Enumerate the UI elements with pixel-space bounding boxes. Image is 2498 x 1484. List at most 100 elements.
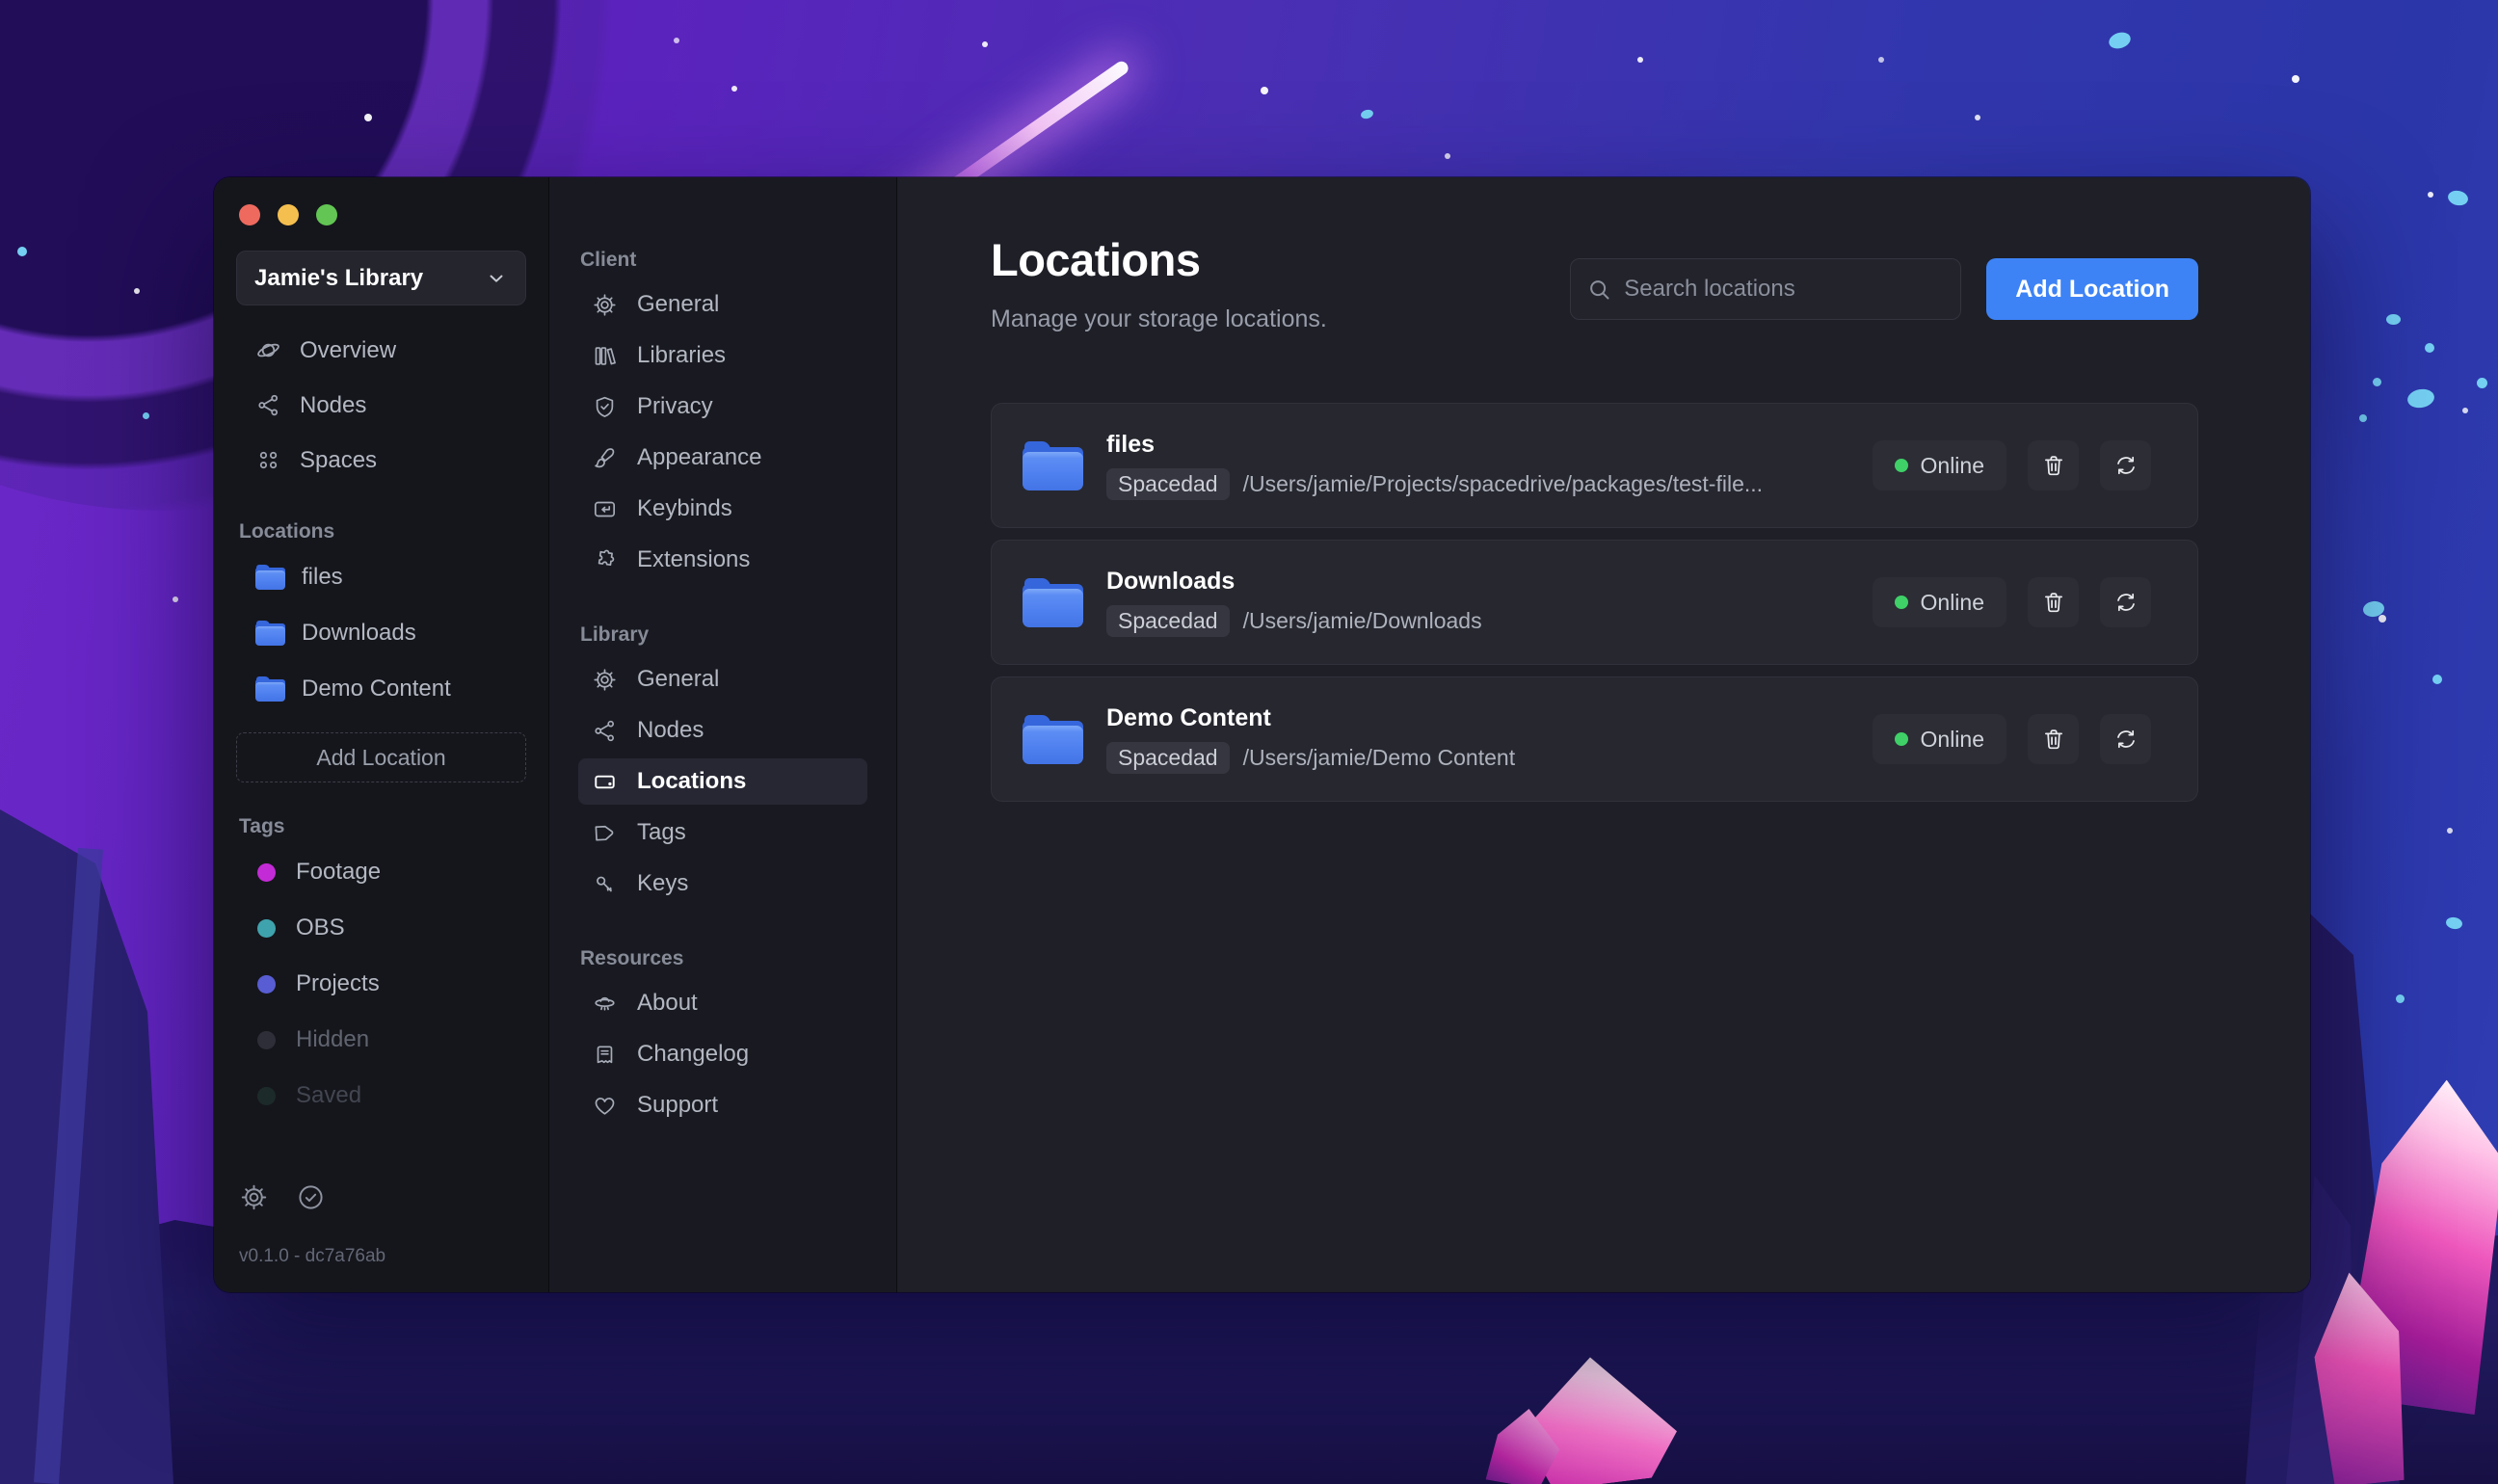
settings-item-library-tags[interactable]: Tags <box>578 809 867 856</box>
header-controls: Add Location <box>1570 258 2198 320</box>
settings-group-client: Client General Libraries Privacy Appeara… <box>578 249 867 583</box>
sidebar-item-nodes[interactable]: Nodes <box>236 378 526 433</box>
tag-label: Saved <box>296 1082 362 1108</box>
settings-item-label: Keybinds <box>637 495 732 521</box>
tag-color-dot <box>257 974 276 994</box>
tag-projects[interactable]: Projects <box>236 956 526 1012</box>
location-name: Downloads <box>1106 568 1236 595</box>
folder-icon <box>1023 714 1083 764</box>
settings-item-privacy[interactable]: Privacy <box>578 384 867 430</box>
tag-obs[interactable]: OBS <box>236 900 526 956</box>
settings-group-resources: Resources About Changelog Support <box>578 947 867 1128</box>
location-label: Downloads <box>302 620 416 646</box>
library-selector[interactable]: Jamie's Library <box>236 251 526 305</box>
heart-icon <box>595 1097 615 1115</box>
sidebar-locations-list: files Downloads Demo Content <box>236 549 526 717</box>
ufo-icon <box>595 996 615 1011</box>
settings-item-library-keys[interactable]: Keys <box>578 861 867 907</box>
close-window-button[interactable] <box>239 204 260 225</box>
rescan-location-button[interactable] <box>2100 577 2151 627</box>
sidebar-location-files[interactable]: files <box>236 549 526 605</box>
node-badge: Spacedad <box>1106 742 1230 774</box>
nodes-icon <box>595 720 615 741</box>
settings-item-general[interactable]: General <box>578 281 867 328</box>
sidebar-footer: v0.1.0 - dc7a76ab <box>236 1182 526 1292</box>
delete-location-button[interactable] <box>2028 440 2079 490</box>
sidebar-add-location-button[interactable]: Add Location <box>236 732 526 782</box>
wallpaper-blob <box>2405 386 2436 411</box>
settings-item-about[interactable]: About <box>578 980 867 1026</box>
status-label: Online <box>1920 452 1984 478</box>
settings-item-label: General <box>637 291 720 317</box>
tag-saved[interactable]: Saved <box>236 1068 526 1124</box>
status-badge: Online <box>1872 577 2006 627</box>
sidebar-tags-list: Footage OBS Projects Hidden Saved <box>236 844 526 1124</box>
sync-icon <box>2116 729 2135 749</box>
wallpaper-blob <box>2446 188 2470 208</box>
status-check-button[interactable] <box>296 1182 326 1215</box>
app-window: Jamie's Library Overview Nodes Spaces Lo… <box>214 177 2310 1292</box>
tag-footage[interactable]: Footage <box>236 844 526 900</box>
search-box <box>1570 258 1962 320</box>
settings-group-header: Resources <box>580 947 684 969</box>
folder-icon <box>255 565 285 590</box>
add-location-button[interactable]: Add Location <box>1986 258 2198 320</box>
wallpaper-blob <box>17 247 27 256</box>
spaces-grid-icon <box>259 451 278 469</box>
settings-gear-button[interactable] <box>239 1182 269 1215</box>
settings-item-library-nodes[interactable]: Nodes <box>578 707 867 754</box>
location-name: Demo Content <box>1106 704 1271 731</box>
rescan-location-button[interactable] <box>2100 714 2151 764</box>
wallpaper-blob <box>2396 994 2405 1003</box>
folder-icon <box>1023 577 1083 627</box>
gear-icon <box>594 293 616 316</box>
wallpaper-blob <box>2373 378 2381 386</box>
settings-item-library-general[interactable]: General <box>578 656 867 702</box>
sidebar-item-label: Nodes <box>300 391 367 418</box>
sidebar: Jamie's Library Overview Nodes Spaces Lo… <box>214 177 549 1292</box>
settings-item-libraries[interactable]: Libraries <box>578 332 867 379</box>
sidebar-item-label: Overview <box>300 336 397 363</box>
settings-item-appearance[interactable]: Appearance <box>578 435 867 481</box>
zoom-window-button[interactable] <box>316 204 337 225</box>
gear-icon <box>594 668 616 691</box>
sidebar-locations-header: Locations <box>239 520 335 543</box>
sidebar-location-downloads[interactable]: Downloads <box>236 605 526 661</box>
settings-item-label: Changelog <box>637 1041 750 1067</box>
online-dot <box>1894 732 1908 746</box>
online-dot <box>1894 459 1908 472</box>
return-key-icon <box>594 501 616 517</box>
delete-location-button[interactable] <box>2028 714 2079 764</box>
settings-item-label: Keys <box>637 870 689 896</box>
sidebar-nav: Overview Nodes Spaces <box>236 323 526 488</box>
sidebar-location-demo-content[interactable]: Demo Content <box>236 661 526 717</box>
settings-item-label: Locations <box>637 768 747 794</box>
settings-item-keybinds[interactable]: Keybinds <box>578 486 867 532</box>
locations-list: files Spacedad /Users/jamie/Projects/spa… <box>991 403 2198 802</box>
location-path: /Users/jamie/Projects/spacedrive/package… <box>1242 471 1764 496</box>
settings-nav: Client General Libraries Privacy Appeara… <box>549 177 897 1292</box>
settings-item-library-locations[interactable]: Locations <box>578 758 867 805</box>
puzzle-icon <box>598 548 616 566</box>
settings-item-support[interactable]: Support <box>578 1082 867 1128</box>
sync-icon <box>2116 456 2135 475</box>
rescan-location-button[interactable] <box>2100 440 2151 490</box>
settings-item-changelog[interactable]: Changelog <box>578 1031 867 1077</box>
gear-icon <box>241 1184 267 1210</box>
delete-location-button[interactable] <box>2028 577 2079 627</box>
sidebar-item-spaces[interactable]: Spaces <box>236 433 526 488</box>
settings-group-header: Library <box>580 623 650 646</box>
online-dot <box>1894 596 1908 609</box>
location-name: files <box>1106 431 1156 458</box>
minimize-window-button[interactable] <box>278 204 299 225</box>
location-row-files: files Spacedad /Users/jamie/Projects/spa… <box>991 403 2198 528</box>
sidebar-item-overview[interactable]: Overview <box>236 323 526 378</box>
tag-color-dot <box>257 918 276 938</box>
settings-item-extensions[interactable]: Extensions <box>578 537 867 583</box>
status-label: Online <box>1920 589 1984 615</box>
search-input[interactable] <box>1624 276 1946 303</box>
tag-color-dot <box>257 862 276 882</box>
settings-item-label: Privacy <box>637 393 713 419</box>
location-row-demo-content: Demo Content Spacedad /Users/jamie/Demo … <box>991 676 2198 802</box>
tag-hidden[interactable]: Hidden <box>236 1012 526 1068</box>
